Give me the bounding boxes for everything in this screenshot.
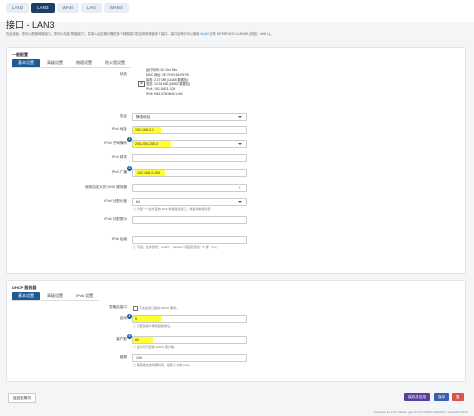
back-to-overview-button[interactable]: 返回至概况 — [8, 393, 36, 403]
dhcp-limit-value: 80 — [135, 338, 139, 342]
ipv4-broadcast-value: 192.168.3.255 — [137, 171, 160, 175]
ipv6-suffix-label: IPv6 后缀 — [111, 237, 127, 241]
dhcp-lease-hint-text: 租用地址的到期时间，最短 2 分钟 (2m)。 — [136, 363, 193, 367]
tab-lan[interactable]: LAN — [80, 3, 102, 13]
subtab-advanced[interactable]: 高级设置 — [41, 59, 69, 68]
interface-tabs: LAN2 LAN3 WAN LAN WANX — [6, 3, 129, 13]
tab-wan[interactable]: WAN — [56, 3, 79, 13]
ipv6-suffix-input[interactable] — [132, 236, 247, 244]
ipv4-netmask-label: IPv4 子网掩码 — [104, 141, 127, 145]
info-icon: ⓘ — [133, 363, 137, 367]
subtab-firewall[interactable]: 防火墙设置 — [99, 59, 131, 68]
custom-dns-label: 使用自定义的 DNS 服务器 — [85, 185, 127, 189]
tab-wanx[interactable]: WANX — [103, 3, 129, 13]
ipv6-suffix-hint: ⓘ 可选。允许的值：'eui64'，'random' 和固定值如 '::1' 或… — [133, 245, 219, 249]
ignore-interface-hint: 不在此接口提供 DHCP 服务。 — [139, 305, 180, 310]
dhcp-start-hint-text: 分配给客户端的起始地址。 — [136, 324, 173, 328]
status-ipv6: IPv6: fd61:37ef:8ef3:1:/64 — [146, 91, 183, 96]
subtab-physical[interactable]: 物理设置 — [70, 59, 98, 68]
dhcp-lease-input[interactable]: 12h — [132, 354, 247, 362]
general-config-title: 一般配置 — [12, 52, 28, 57]
dhcp-limit-hint: ⓘ 最大可分配的 DHCP 客户数。 — [133, 345, 177, 349]
page-title: 接口 - LAN3 — [6, 20, 55, 30]
page-description: 在此页面，您可以配置网络接口。您可以勾选“桥接接口”，并填入由空格分隔的多个网络… — [6, 31, 273, 36]
dhcp-start-highlight — [133, 316, 161, 322]
ignore-interface-checkbox[interactable] — [133, 305, 138, 311]
reset-button[interactable]: 复位 — [452, 393, 464, 407]
ipv6-assign-length-hint: ⓘ 分配一个此长度的 IPv6 前缀给此接口，或禁用前缀分配 — [133, 207, 211, 211]
top-navigation: LAN2 LAN3 WAN LAN WANX — [0, 0, 474, 22]
callout-badge-4: 4 — [127, 314, 132, 319]
ipv6-hint-input[interactable] — [132, 216, 247, 224]
status-label: 状态 — [119, 72, 127, 76]
general-config-card: 一般配置 基本设置 高级设置 物理设置 防火墙设置 状态 ⇄ 运行时间: 0h … — [6, 47, 466, 274]
ipv4-broadcast-label: IPv4 广播 — [111, 170, 127, 174]
dhcp-lease-label: 租期 — [119, 355, 127, 359]
add-dns-icon[interactable]: + — [237, 185, 242, 191]
dhcp-server-card: DHCP 服务器 基本设置 高级设置 IPv6 设置 忽略此接口 不在此接口提供… — [6, 280, 466, 382]
info-icon: ⓘ — [133, 345, 137, 349]
info-icon: ⓘ — [133, 324, 137, 328]
save-apply-button[interactable]: 保存并应用 — [404, 393, 430, 401]
ipv6-hint-label: IPv6 分配提示 — [104, 217, 127, 221]
tab-lan3[interactable]: LAN3 — [31, 3, 55, 13]
dhcp-subtab-ipv6[interactable]: IPv6 设置 — [70, 292, 100, 301]
status-info: 运行时间: 0h 11m 54s MAC 地址: 2E:79:93:54:E5:… — [146, 68, 190, 97]
dhcp-subtabs: 基本设置 高级设置 IPv6 设置 — [12, 292, 100, 301]
general-subtabs: 基本设置 高级设置 物理设置 防火墙设置 — [12, 59, 131, 68]
dhcp-lease-hint: ⓘ 租用地址的到期时间，最短 2 分钟 (2m)。 — [133, 363, 192, 367]
ignore-interface-label: 忽略此接口 — [109, 305, 127, 309]
ipv4-netmask-value: 255.255.255.0 — [135, 142, 158, 146]
dhcp-start-hint: ⓘ 分配给客户端的起始地址。 — [133, 324, 173, 328]
page-description-tail: 记号 INTERFACE.VLANNR (例如：eth0.1)。 — [209, 32, 274, 36]
dhcp-start-label: 启动 — [119, 316, 127, 320]
ipv6-assign-chevron-down-icon — [238, 201, 242, 203]
ipv6-assign-length-label: IPv6 分配长度 — [104, 199, 127, 203]
dhcp-limit-hint-text: 最大可分配的 DHCP 客户数。 — [136, 345, 177, 349]
dhcp-limit-label: 客户数 — [116, 337, 127, 341]
dhcp-start-value: 5 — [135, 317, 137, 321]
protocol-chevron-down-icon — [238, 116, 242, 118]
info-icon: ⓘ — [133, 245, 137, 249]
dhcp-server-title: DHCP 服务器 — [12, 285, 37, 290]
ipv6-suffix-hint-text: 可选。允许的值：'eui64'，'random' 和固定值如 '::1' 或 '… — [136, 245, 220, 249]
netmask-chevron-down-icon — [238, 143, 242, 145]
ipv4-address-value: 192.168.3.1 — [135, 128, 154, 132]
save-button[interactable]: 保存 — [434, 393, 450, 401]
custom-dns-input[interactable] — [132, 184, 247, 192]
dhcp-subtab-advanced[interactable]: 高级设置 — [41, 292, 69, 301]
ipv6-assign-length-hint-text: 分配一个此长度的 IPv6 前缀给此接口，或禁用前缀分配 — [136, 207, 211, 211]
subtab-basic[interactable]: 基本设置 — [12, 59, 40, 68]
button-bar: 返回至概况 保存并应用 保存 复位 — [6, 392, 464, 407]
dhcp-subtab-basic[interactable]: 基本设置 — [12, 292, 40, 301]
info-icon: ⓘ — [133, 207, 137, 211]
ipv4-gateway-input[interactable] — [132, 154, 247, 162]
callout-badge-5: 5 — [127, 334, 132, 339]
status-mac: MAC 地址: 2E:79:93:54:E5:F8 — [146, 72, 189, 77]
ipv6-assign-length-select[interactable]: 64 — [132, 198, 247, 206]
protocol-label: 协议 — [119, 114, 127, 118]
page-description-text: 在此页面，您可以配置网络接口。您可以勾选“桥接接口”，并填入由空格分隔的多个网络… — [6, 32, 200, 36]
footer: Powered by LuCI Master (git-20.174.57390… — [374, 410, 468, 414]
tab-lan2[interactable]: LAN2 — [6, 3, 30, 13]
ipv4-gateway-label: IPv4 网关 — [111, 155, 127, 159]
protocol-select[interactable]: 静态地址 — [132, 113, 247, 121]
vlan-link[interactable]: VLAN — [200, 32, 208, 36]
interface-icon: ⇄ — [138, 81, 145, 87]
ipv4-address-label: IPv4 地址 — [111, 127, 127, 131]
